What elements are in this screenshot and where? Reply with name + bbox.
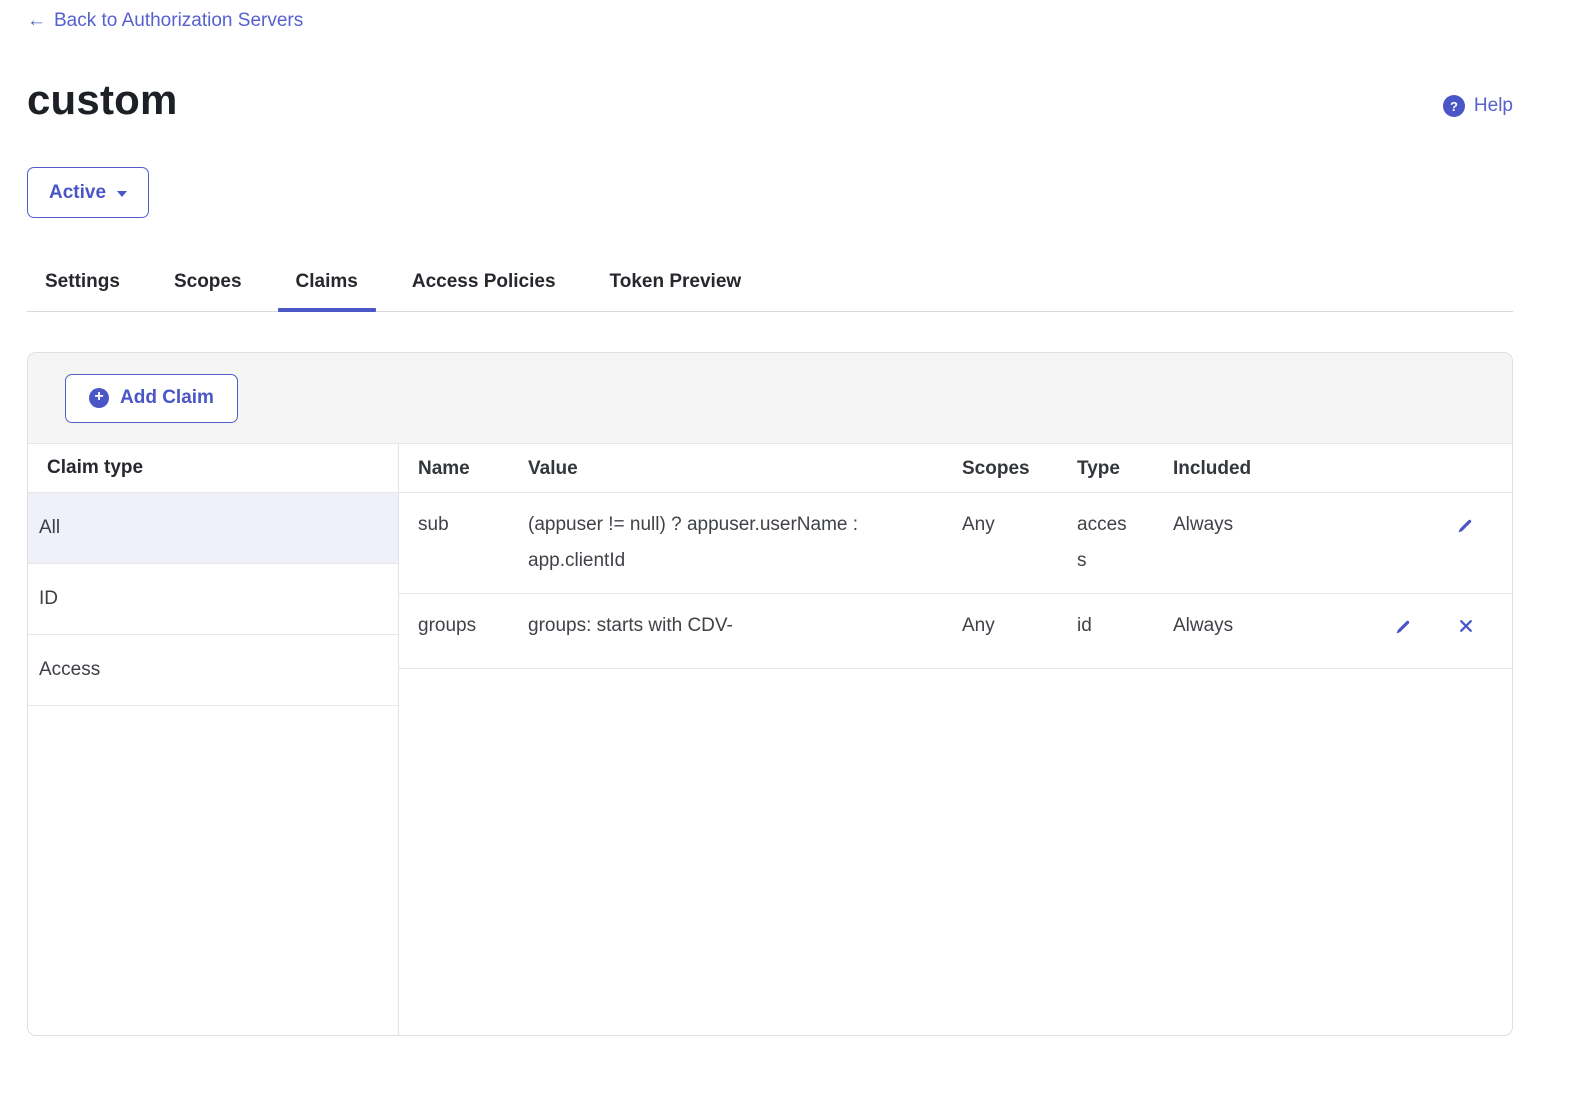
cell-claim-type: access bbox=[1073, 493, 1173, 593]
claim-type-item-id[interactable]: ID bbox=[28, 564, 398, 635]
claims-table: Name Value Scopes Type Included sub (app… bbox=[399, 444, 1512, 1035]
help-label: Help bbox=[1474, 95, 1513, 117]
add-claim-label: Add Claim bbox=[120, 387, 214, 409]
claims-toolbar: + Add Claim bbox=[28, 353, 1512, 444]
edit-claim-button[interactable] bbox=[1456, 517, 1474, 535]
column-header-name: Name bbox=[399, 444, 528, 493]
cell-claim-scopes: Any bbox=[952, 594, 1073, 668]
column-header-type: Type bbox=[1073, 444, 1173, 493]
plus-circle-icon: + bbox=[89, 388, 109, 408]
claims-card: + Add Claim Claim type All ID Access Nam… bbox=[27, 352, 1513, 1036]
cell-claim-included: Always bbox=[1173, 493, 1313, 593]
table-empty-area bbox=[399, 669, 1512, 1035]
delete-claim-button[interactable] bbox=[1458, 618, 1474, 634]
claim-type-item-all[interactable]: All bbox=[28, 493, 398, 564]
cell-claim-scopes: Any bbox=[952, 493, 1073, 593]
back-link-label: Back to Authorization Servers bbox=[54, 10, 303, 32]
pencil-icon bbox=[1394, 618, 1412, 636]
tab-scopes[interactable]: Scopes bbox=[156, 260, 260, 311]
cell-claim-actions bbox=[1313, 493, 1512, 593]
pencil-icon bbox=[1456, 517, 1474, 535]
column-header-value: Value bbox=[528, 444, 952, 493]
table-row: sub (appuser != null) ? appuser.userName… bbox=[399, 493, 1512, 594]
cell-claim-type: id bbox=[1073, 594, 1173, 668]
edit-claim-button[interactable] bbox=[1394, 618, 1412, 636]
claim-type-item-access[interactable]: Access bbox=[28, 635, 398, 706]
status-dropdown[interactable]: Active bbox=[27, 167, 149, 218]
chevron-down-icon bbox=[117, 191, 127, 197]
tab-settings[interactable]: Settings bbox=[27, 260, 138, 311]
tab-token-preview[interactable]: Token Preview bbox=[592, 260, 760, 311]
claim-type-header: Claim type bbox=[28, 444, 398, 493]
cell-claim-name: sub bbox=[399, 493, 528, 593]
close-icon bbox=[1458, 618, 1474, 634]
table-header-row: Name Value Scopes Type Included bbox=[399, 444, 1512, 493]
status-dropdown-label: Active bbox=[49, 182, 106, 204]
help-icon: ? bbox=[1443, 95, 1465, 117]
cell-claim-actions bbox=[1313, 594, 1512, 668]
tab-bar: Settings Scopes Claims Access Policies T… bbox=[27, 260, 1513, 312]
column-header-scopes: Scopes bbox=[952, 444, 1073, 493]
tab-claims[interactable]: Claims bbox=[278, 260, 376, 311]
back-link[interactable]: ← Back to Authorization Servers bbox=[27, 10, 303, 32]
help-button[interactable]: ? Help bbox=[1443, 95, 1513, 117]
cell-claim-name: groups bbox=[399, 594, 528, 668]
cell-claim-included: Always bbox=[1173, 594, 1313, 668]
cell-claim-value: (appuser != null) ? appuser.userName : a… bbox=[528, 493, 952, 593]
page-title: custom bbox=[27, 76, 178, 124]
add-claim-button[interactable]: + Add Claim bbox=[65, 374, 238, 423]
claim-type-panel: Claim type All ID Access bbox=[28, 444, 399, 1035]
column-header-included: Included bbox=[1173, 444, 1313, 493]
cell-claim-value: groups: starts with CDV- bbox=[528, 594, 952, 668]
back-arrow-icon: ← bbox=[27, 10, 46, 32]
tab-access-policies[interactable]: Access Policies bbox=[394, 260, 574, 311]
table-row: groups groups: starts with CDV- Any id A… bbox=[399, 594, 1512, 669]
